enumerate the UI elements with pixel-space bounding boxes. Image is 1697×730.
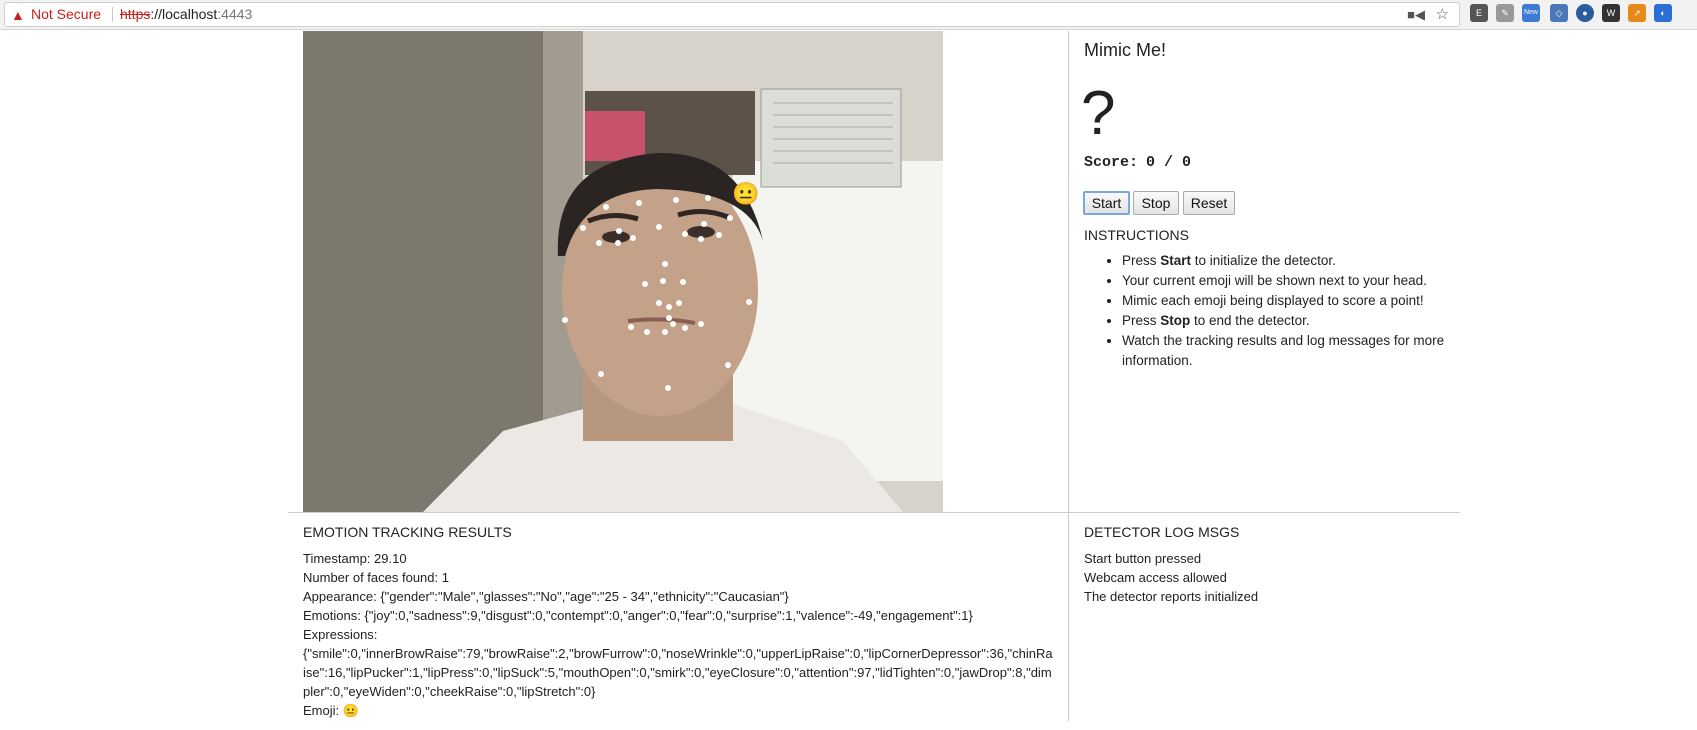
browser-toolbar: ▲ Not Secure https://localhost:4443 ■◀ ☆… xyxy=(0,0,1697,30)
new-extension-icon[interactable]: New xyxy=(1522,4,1540,22)
video-frame xyxy=(303,31,943,512)
log-heading: DETECTOR LOG MSGS xyxy=(1084,524,1240,540)
timestamp-text: Timestamp: 29.10 xyxy=(303,551,407,566)
circle-extension-icon[interactable]: ● xyxy=(1576,4,1594,22)
emoji-text: Emoji: 😐 xyxy=(303,703,359,718)
webcam-video: 😐 xyxy=(303,31,943,512)
log-message: The detector reports initialized xyxy=(1084,589,1259,604)
log-panel: Start button pressed Webcam access allow… xyxy=(1084,549,1258,606)
list-item: Press Start to initialize the detector. xyxy=(1122,251,1492,271)
results-panel: Timestamp: 29.10 Number of faces found: … xyxy=(303,549,1053,720)
instruction-keyword: Start xyxy=(1160,253,1192,268)
column-divider xyxy=(1068,31,1069,721)
expressions-label: Expressions: xyxy=(303,627,378,642)
url-scheme: https xyxy=(120,6,151,22)
reader-icon[interactable]: ✎ xyxy=(1496,4,1514,22)
log-message: Webcam access allowed xyxy=(1084,570,1227,585)
start-button[interactable]: Start xyxy=(1083,191,1130,215)
evernote-icon[interactable]: E xyxy=(1470,4,1488,22)
target-emoji: ? xyxy=(1081,79,1116,148)
tracked-emoji-overlay: 😐 xyxy=(732,181,760,206)
score-label: Score: xyxy=(1084,154,1139,171)
bookmark-star-icon[interactable]: ☆ xyxy=(1436,3,1449,26)
address-bar[interactable]: ▲ Not Secure https://localhost:4443 ■◀ ☆ xyxy=(4,2,1460,27)
warning-icon[interactable]: ▲ xyxy=(11,4,25,27)
security-indicator[interactable]: Not Secure xyxy=(31,3,101,26)
instructions-list: Press Start to initialize the detector. … xyxy=(1084,251,1492,371)
url-text[interactable]: https://localhost:4443 xyxy=(120,3,252,26)
app-title: Mimic Me! xyxy=(1084,40,1166,60)
instruction-text: Press xyxy=(1122,313,1161,328)
log-message: Start button pressed xyxy=(1084,551,1202,566)
reset-button[interactable]: Reset xyxy=(1183,191,1235,215)
wr-extension-icon[interactable]: W xyxy=(1602,4,1620,22)
emotions-text: Emotions: {"joy":0,"sadness":9,"disgust"… xyxy=(303,608,973,623)
list-item: Press Stop to end the detector. xyxy=(1122,311,1492,331)
instruction-text: to initialize the detector. xyxy=(1191,253,1336,268)
camera-icon[interactable]: ■◀ xyxy=(1407,3,1425,26)
url-port: :4443 xyxy=(217,6,253,22)
expressions-text: {"smile":0,"innerBrowRaise":79,"browRais… xyxy=(303,646,1053,699)
extension-icon[interactable]: ◇ xyxy=(1550,4,1568,22)
row-divider xyxy=(288,512,1460,513)
extension-icon[interactable]: ◐ xyxy=(1654,4,1672,22)
faces-count-text: Number of faces found: 1 xyxy=(303,570,449,585)
score-display: Score: 0 / 0 xyxy=(1084,154,1191,171)
list-item: Mimic each emoji being displayed to scor… xyxy=(1122,291,1492,311)
list-item: Your current emoji will be shown next to… xyxy=(1122,271,1492,291)
instruction-text: Press xyxy=(1122,253,1161,268)
instructions-heading: INSTRUCTIONS xyxy=(1084,227,1189,243)
score-value: 0 / 0 xyxy=(1146,154,1192,171)
appearance-text: Appearance: {"gender":"Male","glasses":"… xyxy=(303,589,789,604)
stop-button[interactable]: Stop xyxy=(1133,191,1179,215)
chart-extension-icon[interactable]: ↗ xyxy=(1628,4,1646,22)
results-heading: EMOTION TRACKING RESULTS xyxy=(303,524,512,540)
url-host: localhost xyxy=(162,6,218,22)
url-separator: :// xyxy=(150,6,163,22)
list-item: Watch the tracking results and log messa… xyxy=(1122,331,1492,371)
instruction-text: to end the detector. xyxy=(1190,313,1310,328)
instruction-keyword: Stop xyxy=(1160,313,1191,328)
separator xyxy=(112,7,113,22)
